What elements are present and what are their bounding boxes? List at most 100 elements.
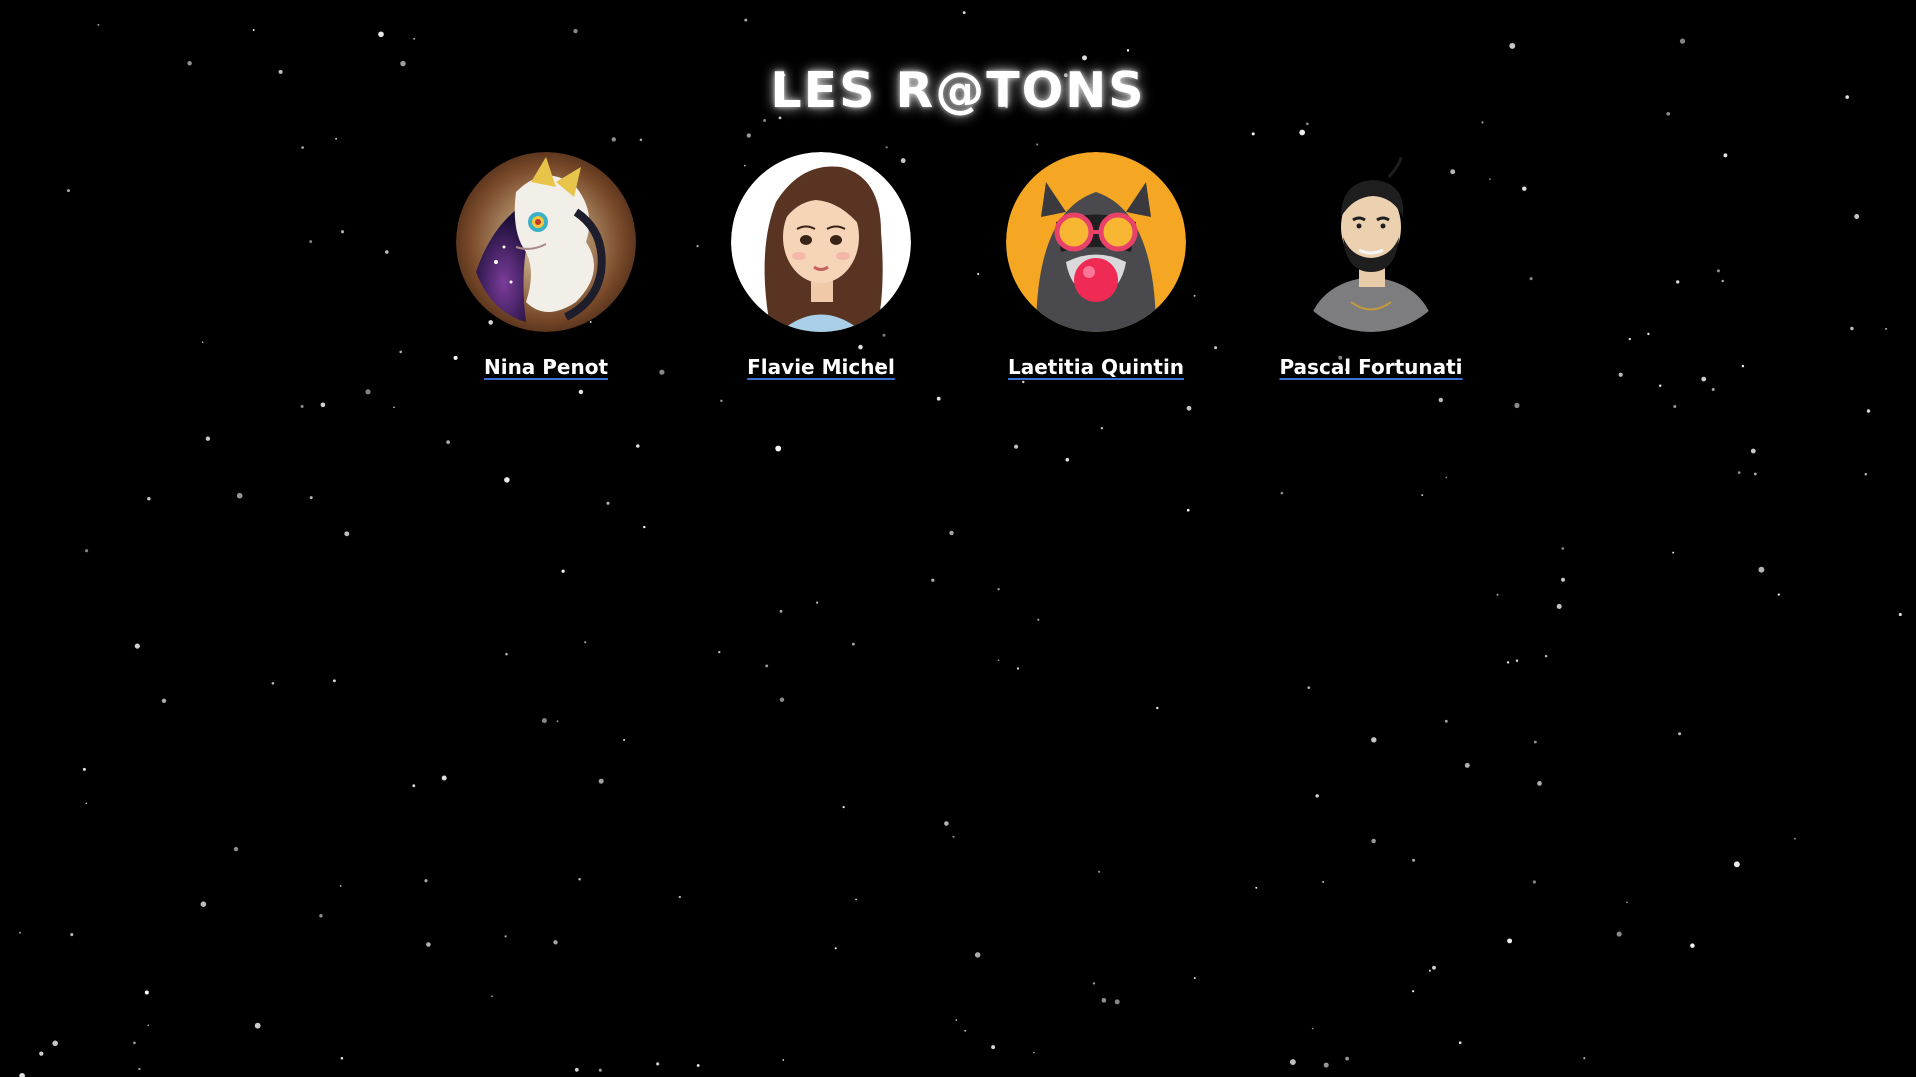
member-card-pascal-fortunati[interactable]: Pascal Fortunati: [1251, 152, 1491, 380]
star: [1533, 740, 1537, 744]
star: [1322, 880, 1325, 883]
star: [639, 138, 643, 142]
member-card-nina-penot[interactable]: Nina Penot: [426, 152, 666, 380]
star: [426, 942, 431, 947]
star: [931, 578, 935, 582]
star: [696, 1064, 700, 1067]
star: [964, 1029, 967, 1032]
star: [974, 952, 981, 958]
star: [1033, 1051, 1035, 1054]
dragon-avatar-icon[interactable]: [456, 152, 636, 332]
star: [556, 720, 559, 723]
star: [1014, 444, 1019, 449]
star: [233, 846, 239, 852]
woman-avatar-icon[interactable]: [731, 152, 911, 332]
star: [252, 29, 255, 31]
star: [656, 1062, 660, 1066]
star: [1561, 547, 1565, 550]
star: [842, 805, 845, 809]
star: [1016, 667, 1020, 670]
star: [1421, 494, 1424, 497]
star: [309, 496, 313, 500]
member-link-nina-penot[interactable]: Nina Penot: [484, 354, 608, 380]
star: [1036, 143, 1039, 146]
star: [441, 775, 447, 781]
member-card-laetitia-quintin[interactable]: Laetitia Quintin: [976, 152, 1216, 380]
star: [949, 530, 954, 536]
star: [133, 1041, 136, 1045]
star: [412, 784, 416, 788]
star: [19, 931, 21, 934]
star: [1126, 49, 1130, 52]
star: [1864, 472, 1868, 476]
star: [775, 445, 782, 452]
star: [720, 399, 723, 403]
star: [147, 1024, 150, 1027]
star: [97, 23, 100, 26]
star: [955, 1019, 958, 1021]
star: [1777, 593, 1780, 596]
star: [1432, 965, 1436, 970]
star: [1186, 508, 1190, 512]
bearded-man-avatar-icon[interactable]: [1281, 152, 1461, 332]
raccoon-avatar-icon[interactable]: [1006, 152, 1186, 332]
star: [885, 146, 888, 149]
star: [446, 440, 450, 444]
star: [834, 947, 837, 950]
member-card-flavie-michel[interactable]: Flavie Michel: [701, 152, 941, 380]
star: [598, 778, 604, 784]
star: [1371, 737, 1377, 743]
star: [340, 1056, 344, 1060]
star: [1690, 943, 1695, 948]
star: [1280, 491, 1284, 495]
star: [1556, 603, 1562, 609]
star: [236, 492, 243, 499]
star: [1898, 612, 1902, 617]
star: [271, 681, 275, 685]
star: [339, 884, 342, 887]
member-link-laetitia-quintin[interactable]: Laetitia Quintin: [1008, 354, 1184, 380]
star: [200, 901, 207, 907]
star: [1616, 931, 1622, 937]
star: [1750, 448, 1756, 454]
star: [1412, 990, 1415, 993]
star: [944, 821, 949, 826]
star: [301, 146, 304, 149]
star: [1345, 1056, 1349, 1061]
star: [1100, 426, 1104, 430]
star: [85, 802, 88, 805]
star: [1496, 593, 1499, 596]
star: [424, 879, 428, 883]
star: [997, 587, 1000, 591]
star: [1299, 129, 1306, 136]
star: [997, 659, 1000, 662]
star: [1506, 661, 1510, 664]
star: [643, 525, 646, 529]
member-link-pascal-fortunati[interactable]: Pascal Fortunati: [1279, 354, 1462, 380]
star: [1444, 719, 1448, 723]
star: [1560, 577, 1566, 582]
star: [1255, 886, 1258, 889]
star: [584, 641, 587, 644]
star: [1289, 1059, 1296, 1066]
star: [1092, 982, 1096, 985]
star: [1101, 997, 1107, 1003]
star: [1323, 1062, 1329, 1068]
star: [1315, 794, 1319, 798]
star: [991, 1045, 996, 1050]
star: [254, 1022, 261, 1029]
star: [1464, 762, 1470, 768]
star: [70, 933, 74, 937]
star: [1251, 132, 1255, 136]
star: [1311, 1027, 1314, 1030]
star: [393, 406, 395, 409]
star: [205, 436, 211, 441]
star: [147, 496, 151, 501]
star: [623, 738, 626, 741]
star: [1412, 858, 1416, 862]
star: [19, 1072, 25, 1077]
star: [138, 1067, 141, 1071]
star: [1371, 838, 1376, 844]
star: [319, 914, 323, 918]
member-link-flavie-michel[interactable]: Flavie Michel: [747, 354, 895, 380]
